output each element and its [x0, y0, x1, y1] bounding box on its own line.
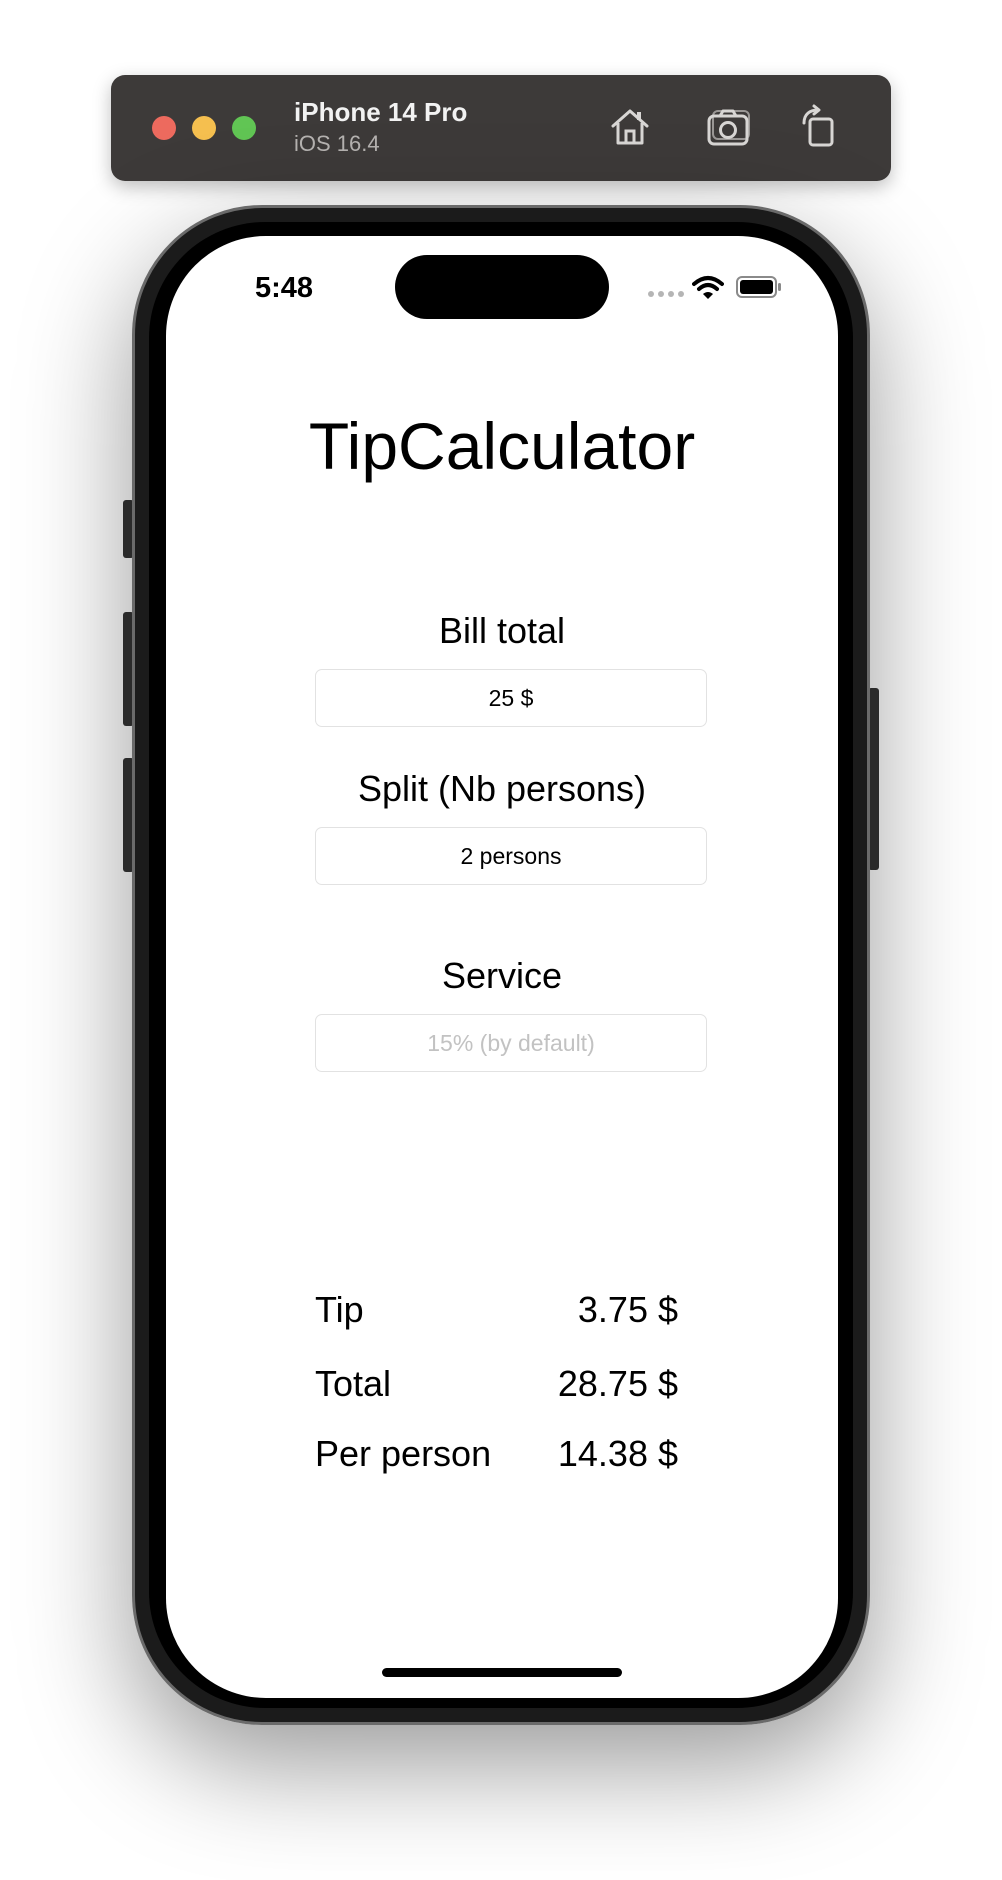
dynamic-island	[395, 255, 609, 319]
home-button[interactable]	[604, 101, 656, 153]
simulator-toolbar: iPhone 14 Pro iOS 16.4	[111, 75, 891, 181]
bill-total-input[interactable]: 25 $	[315, 669, 707, 727]
rotate-button[interactable]	[794, 101, 846, 153]
battery-icon	[736, 276, 781, 298]
service-label: Service	[441, 955, 563, 996]
wifi-icon	[692, 276, 724, 299]
total-label: Total	[315, 1363, 392, 1404]
screenshot-button[interactable]	[703, 101, 755, 153]
per-person-value: 14.38 $	[557, 1433, 678, 1474]
split-input[interactable]: 2 persons	[315, 827, 707, 885]
screenshot-icon	[707, 109, 750, 146]
home-icon	[611, 109, 649, 145]
status-time: 5:48	[255, 272, 314, 304]
os-version: iOS 16.4	[294, 131, 380, 156]
device-name: iPhone 14 Pro	[294, 97, 468, 127]
split-label: Split (Nb persons)	[357, 768, 647, 809]
rotate-icon	[802, 104, 834, 147]
bill-total-label: Bill total	[438, 610, 566, 651]
per-person-label: Per person	[315, 1433, 492, 1474]
service-input[interactable]: 15% (by default)	[315, 1014, 707, 1072]
app-title: TipCalculator	[308, 409, 696, 483]
tip-label: Tip	[315, 1289, 364, 1330]
phone-screen: 5:48 TipCalculator Bill total 25 $ Split…	[166, 236, 838, 1698]
minimize-window-button[interactable]	[192, 116, 216, 140]
cellular-signal-icon	[648, 291, 684, 297]
total-value: 28.75 $	[557, 1363, 678, 1404]
zoom-window-button[interactable]	[232, 116, 256, 140]
home-indicator[interactable]	[382, 1668, 622, 1677]
tip-value: 3.75 $	[577, 1289, 678, 1330]
close-window-button[interactable]	[152, 116, 176, 140]
